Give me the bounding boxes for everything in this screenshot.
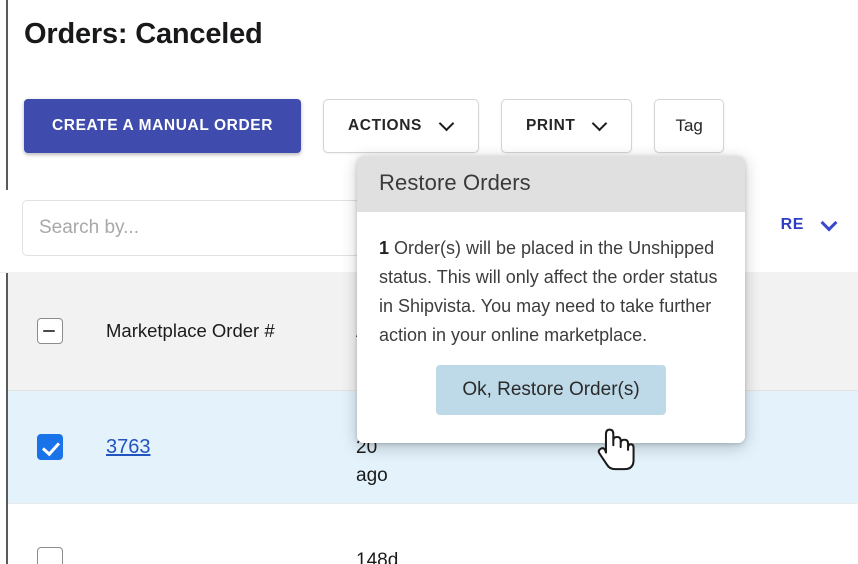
chevron-down-icon <box>822 216 836 230</box>
table-row[interactable]: 148d <box>8 504 858 564</box>
orders-toolbar: CREATE A MANUAL ORDER ACTIONS PRINT Tag <box>24 99 724 153</box>
actions-dropdown-button[interactable]: ACTIONS <box>323 99 479 153</box>
select-all-cell <box>8 272 92 390</box>
row-select-cell <box>8 504 92 564</box>
row-overflow-cell <box>492 504 858 564</box>
row-select-checkbox[interactable] <box>37 547 63 564</box>
restore-orders-popover: Restore Orders 1 Order(s) will be placed… <box>357 156 745 443</box>
create-manual-order-button[interactable]: CREATE A MANUAL ORDER <box>24 99 301 153</box>
row-select-cell <box>8 391 92 503</box>
column-header-marketplace-order-number[interactable]: Marketplace Order # <box>92 272 342 390</box>
actions-button-label: ACTIONS <box>348 117 422 134</box>
print-dropdown-button[interactable]: PRINT <box>500 99 633 153</box>
more-filters-toggle[interactable]: RE <box>781 216 836 234</box>
row-age-value: 148d <box>356 549 399 564</box>
popover-title: Restore Orders <box>357 156 745 212</box>
window-left-edge <box>0 0 8 564</box>
select-all-checkbox[interactable] <box>37 318 63 344</box>
row-select-checkbox[interactable] <box>37 434 63 460</box>
popover-order-count: 1 <box>379 238 390 258</box>
more-filters-label: RE <box>780 216 804 233</box>
popover-actions: Ok, Restore Order(s) <box>379 351 723 423</box>
page-title: Orders: Canceled <box>24 18 263 50</box>
row-order-number-cell: 3763 <box>92 391 342 503</box>
confirm-restore-orders-button[interactable]: Ok, Restore Order(s) <box>436 364 666 415</box>
popover-body: 1 Order(s) will be placed in the Unshipp… <box>357 212 745 443</box>
tag-button[interactable]: Tag <box>654 99 724 153</box>
popover-message-text: Order(s) will be placed in the Unshipped… <box>379 238 718 346</box>
tag-button-label: Tag <box>675 116 703 135</box>
row-order-number-cell <box>92 504 342 564</box>
chevron-down-icon <box>440 117 454 131</box>
popover-message: 1 Order(s) will be placed in the Unshipp… <box>379 234 723 351</box>
chevron-down-icon <box>593 117 607 131</box>
app-screen: Orders: Canceled CREATE A MANUAL ORDER A… <box>0 0 858 564</box>
order-number-link[interactable]: 3763 <box>106 434 151 461</box>
print-button-label: PRINT <box>525 117 576 134</box>
row-age-cell: 148d <box>342 504 492 564</box>
